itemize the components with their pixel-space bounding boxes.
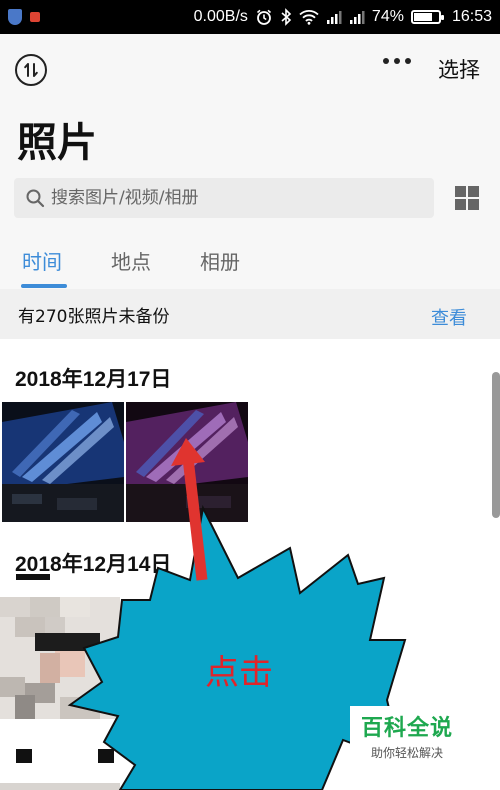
tab-bar: 时间 地点 相册 (0, 240, 500, 288)
bluetooth-icon (280, 8, 292, 26)
wifi-icon (299, 9, 319, 25)
status-bar: 0.00B/s 74% 16:53 (0, 0, 500, 34)
photo-thumbnail[interactable] (126, 402, 248, 522)
grid-cell-icon (468, 199, 479, 210)
active-tab-indicator (21, 284, 67, 288)
more-options-button[interactable] (383, 58, 411, 64)
tab-time[interactable]: 时间 (22, 246, 62, 275)
redaction-block (98, 749, 114, 763)
page-title: 照片 (17, 120, 97, 166)
search-icon (25, 188, 45, 208)
battery-percent: 74% (371, 8, 404, 25)
search-bar[interactable] (14, 178, 434, 218)
select-button[interactable]: 选择 (438, 54, 480, 84)
backup-banner: 有270张照片未备份 查看 (0, 289, 500, 339)
alarm-icon (255, 8, 273, 26)
header: 选择 照片 时间 地点 相册 (0, 34, 500, 324)
watermark-subtitle: 助你轻松解决 (370, 745, 443, 760)
watermark: 百科全说 助你轻松解决 (350, 706, 464, 764)
photo-thumbnail[interactable] (2, 402, 124, 522)
sort-arrows-icon (24, 63, 38, 77)
notification-icon (30, 12, 40, 22)
more-dot-icon (383, 58, 389, 64)
watermark-title: 百科全说 (360, 715, 453, 741)
network-speed: 0.00B/s (193, 8, 248, 25)
photo-thumbnail-edge (0, 783, 120, 790)
redaction-block (16, 749, 32, 763)
more-dot-icon (394, 58, 400, 64)
backup-message: 有270张照片未备份 (18, 306, 170, 327)
shield-icon (8, 9, 22, 25)
photo-thumbnail-pixelated[interactable] (0, 597, 120, 719)
tab-albums[interactable]: 相册 (200, 246, 240, 275)
grid-cell-icon (455, 186, 466, 197)
callout-label: 点击 (205, 653, 273, 693)
signal-icon-2 (349, 9, 365, 25)
battery-icon (410, 10, 444, 24)
signal-icon-1 (326, 9, 342, 25)
tab-location[interactable]: 地点 (111, 246, 151, 275)
scrollbar[interactable] (492, 372, 500, 518)
grid-cell-icon (455, 199, 466, 210)
view-backup-link[interactable]: 查看 (431, 304, 467, 330)
sort-toggle-button[interactable] (15, 54, 47, 86)
date-heading: 2018年12月17日 (15, 368, 172, 391)
redaction-bar (16, 574, 50, 580)
clock: 16:53 (451, 8, 492, 25)
more-dot-icon (405, 58, 411, 64)
search-input[interactable] (51, 188, 411, 208)
grid-view-button[interactable] (455, 186, 479, 210)
grid-cell-icon (468, 186, 479, 197)
